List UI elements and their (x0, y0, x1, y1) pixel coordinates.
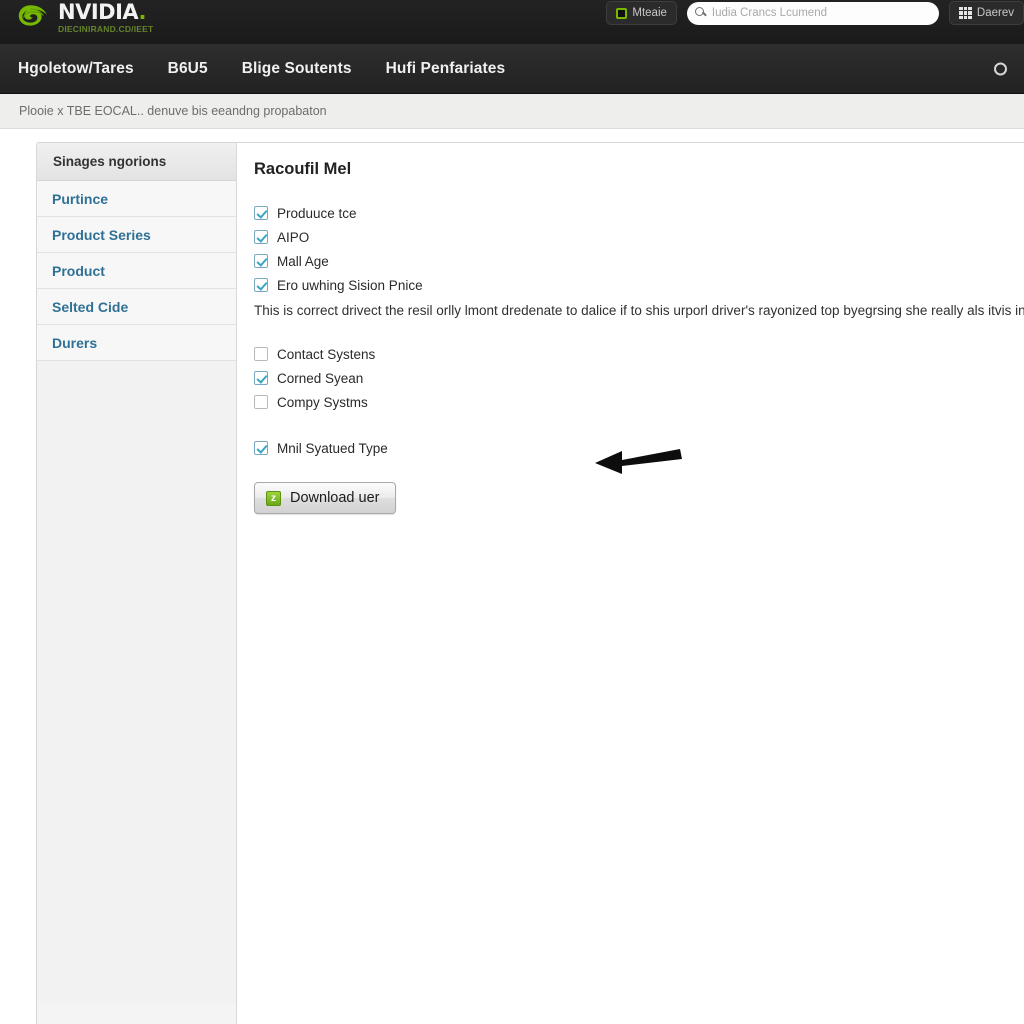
sidebar-item-product[interactable]: Product (37, 253, 236, 289)
checkbox-label: Corned Syean (277, 370, 364, 386)
content-panel: Sinages ngorions Purtince Product Series… (36, 142, 1024, 1024)
checkbox-label: Ero uwhing Sision Pnice (277, 277, 423, 293)
checkbox-group-two: Contact Systens Corned Syean Compy Systm… (254, 342, 1024, 414)
sidebar-item-durers[interactable]: Durers (37, 325, 236, 361)
mode-button-label: Mteaie (632, 7, 667, 19)
breadcrumb-text: Plooie x TBE EOCAL.. denuve bis eeandng … (19, 104, 327, 118)
page-title: Racoufil Mel (254, 160, 352, 178)
sidebar: Sinages ngorions Purtince Product Series… (37, 143, 237, 1024)
main-navigation: Hgoletow/Tares B6U5 Blige Soutents Hufi … (0, 44, 1024, 94)
download-archive-icon (266, 490, 281, 506)
download-button[interactable]: Download uer (254, 482, 397, 514)
checkbox-ero-uwhing-sision-pnice[interactable] (254, 278, 268, 292)
logo-wordmark: NVIDIA. (58, 0, 147, 24)
search-input[interactable]: Iudia Crancs Lcumend (686, 1, 939, 25)
checkbox-label: AIPO (277, 229, 310, 245)
search-icon (694, 6, 704, 16)
grid-apps-icon (958, 7, 972, 19)
nav-item-1[interactable]: B6U5 (168, 60, 208, 78)
description-text: This is correct drivect the resil orlly … (254, 303, 1024, 318)
checkbox-compy-systms[interactable] (254, 395, 268, 409)
square-outline-icon (616, 7, 628, 19)
checkbox-label: Compy Systms (277, 394, 368, 410)
sidebar-item-purtince[interactable]: Purtince (37, 181, 236, 217)
checkbox-produuce-tce[interactable] (254, 206, 268, 220)
sidebar-item-selted-cide[interactable]: Selted Cide (37, 289, 236, 325)
circle-icon[interactable] (994, 62, 1007, 75)
checkbox-row[interactable]: AIPO (254, 225, 1024, 249)
apps-button-label: Daerev (976, 7, 1014, 19)
checkbox-label: Mnil Syatued Type (277, 440, 388, 456)
checkbox-label: Contact Systens (277, 346, 376, 362)
mode-button[interactable]: Mteaie (606, 1, 677, 25)
checkbox-row[interactable]: Mall Age (254, 249, 1024, 273)
checkbox-mnil-syatued-type[interactable] (254, 441, 268, 455)
checkbox-row[interactable]: Compy Systms (254, 390, 1024, 414)
search-placeholder: Iudia Crancs Lcumend (711, 7, 827, 19)
apps-button[interactable]: Daerev (948, 1, 1024, 25)
nvidia-logo[interactable]: NVIDIA. DIECINIRAND.CD/IEET (14, 0, 153, 35)
top-right-utilities: Mteaie Iudia Crancs Lcumend Daerev (606, 0, 1024, 26)
top-utility-bar: NVIDIA. DIECINIRAND.CD/IEET Mteaie Iudia… (0, 0, 1024, 44)
main-content: Racoufil Mel Produuce tce AIPO Mall Age (237, 143, 1024, 1024)
checkbox-group-one: Produuce tce AIPO Mall Age Ero uwhing Si… (254, 201, 1024, 297)
logo-subtitle: DIECINIRAND.CD/IEET (58, 24, 154, 34)
checkbox-contact-systens[interactable] (254, 347, 268, 361)
checkbox-row[interactable]: Contact Systens (254, 342, 1024, 366)
nav-item-0[interactable]: Hgoletow/Tares (18, 60, 134, 78)
checkbox-mall-age[interactable] (254, 254, 268, 268)
nav-item-3[interactable]: Hufi Penfariates (386, 60, 506, 78)
checkbox-label: Mall Age (277, 253, 329, 269)
sidebar-filler (37, 361, 236, 1003)
page-body: Sinages ngorions Purtince Product Series… (0, 129, 1024, 1024)
checkbox-label: Produuce tce (277, 205, 357, 221)
checkbox-row[interactable]: Ero uwhing Sision Pnice (254, 273, 1024, 297)
checkbox-row[interactable]: Produuce tce (254, 201, 1024, 225)
sidebar-item-product-series[interactable]: Product Series (37, 217, 236, 253)
checkbox-aipo[interactable] (254, 230, 268, 244)
checkbox-row[interactable]: Mnil Syatued Type (254, 436, 1024, 460)
breadcrumb: Plooie x TBE EOCAL.. denuve bis eeandng … (0, 94, 1024, 129)
checkbox-row[interactable]: Corned Syean (254, 366, 1024, 390)
checkbox-group-three: Mnil Syatued Type (254, 436, 1024, 460)
nav-item-2[interactable]: Blige Soutents (242, 60, 352, 78)
nvidia-eye-logo (18, 5, 47, 26)
download-button-label: Download uer (290, 490, 380, 506)
checkbox-corned-syean[interactable] (254, 371, 268, 385)
sidebar-header: Sinages ngorions (37, 143, 236, 181)
